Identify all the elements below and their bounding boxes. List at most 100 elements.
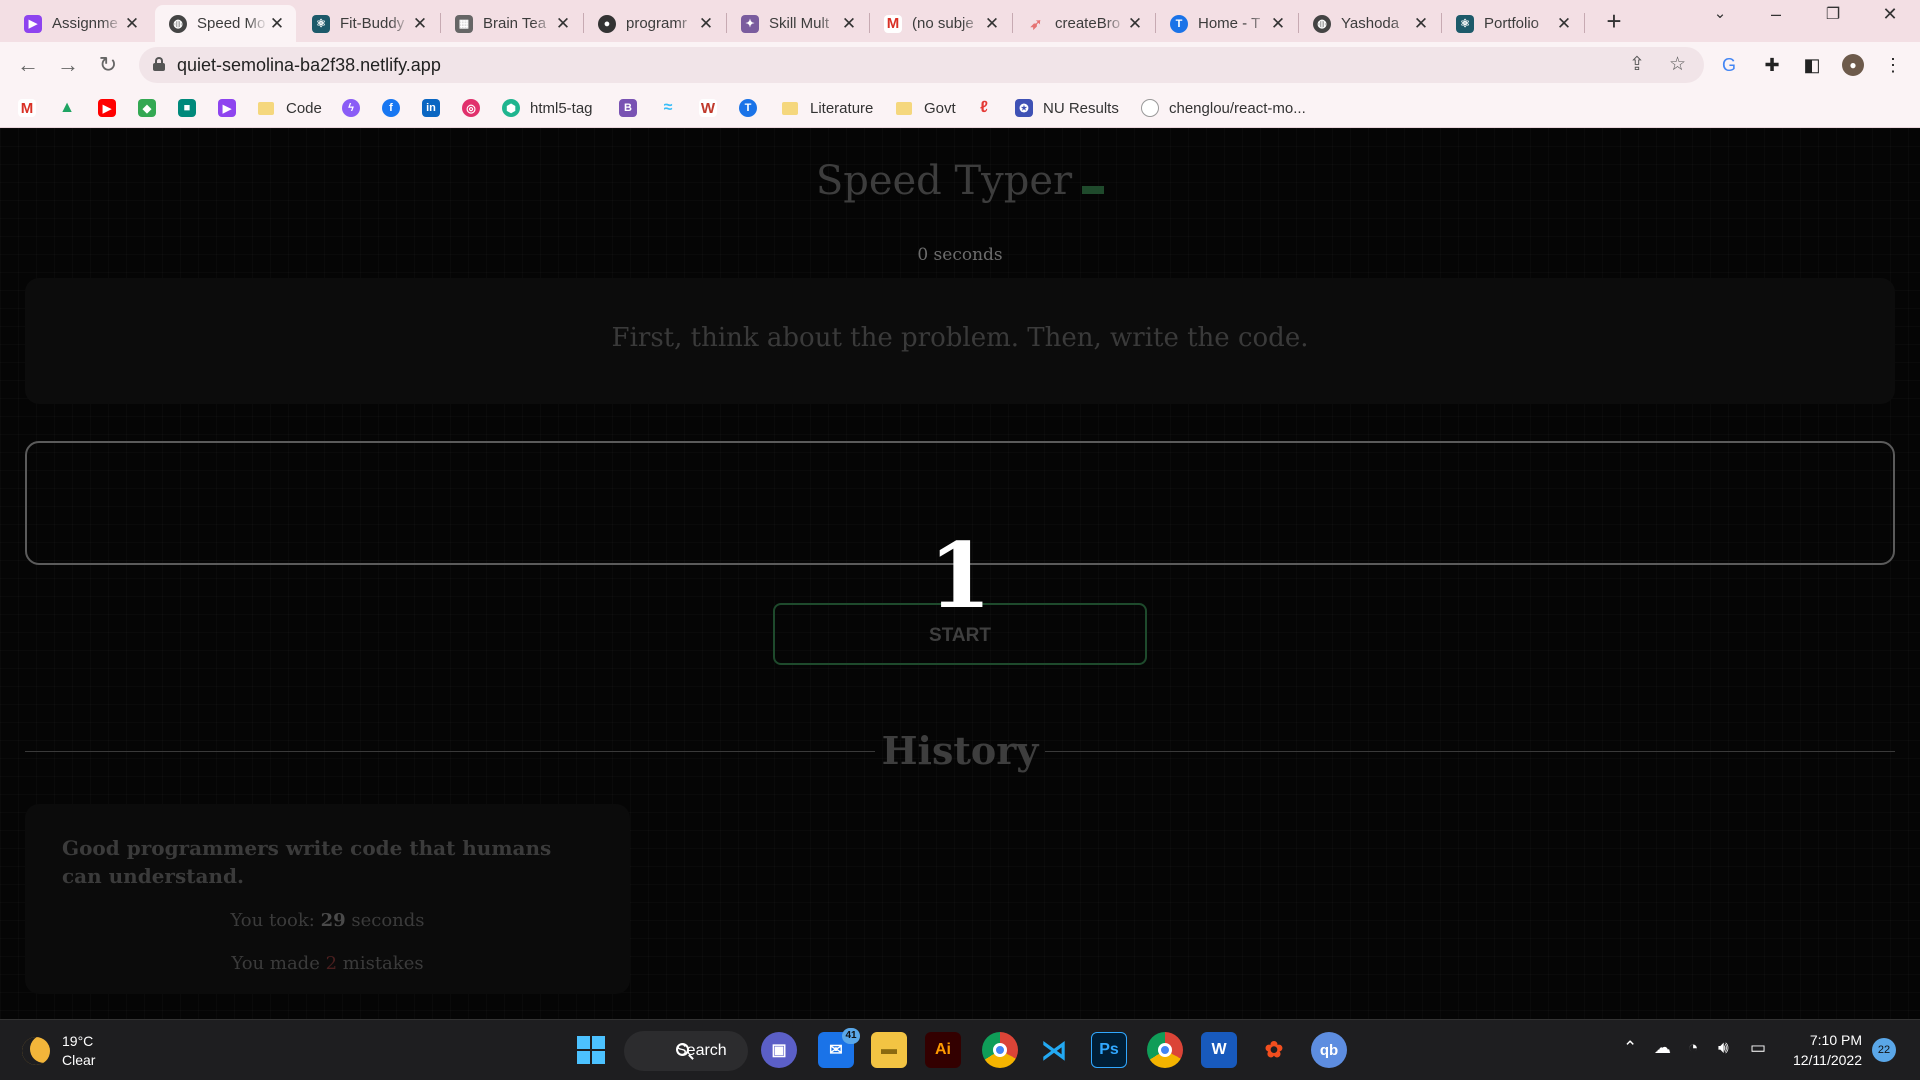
close-icon[interactable]: ✕ xyxy=(983,14,1001,34)
tab-gmail[interactable]: M (no subje ✕ xyxy=(870,5,1011,42)
weather-temp: 19°C xyxy=(62,1033,94,1049)
menu-icon[interactable]: ⋮ xyxy=(1882,54,1904,76)
volume-icon[interactable]: 🔊︎ xyxy=(1718,1038,1729,1058)
globe-icon: ◍ xyxy=(1313,14,1331,33)
weather-widget[interactable]: 19°C Clear xyxy=(22,1032,95,1070)
bookmark-messenger[interactable]: ϟ xyxy=(342,97,360,119)
back-icon[interactable]: ← xyxy=(12,50,44,82)
share-icon[interactable]: ⇪ xyxy=(1629,53,1645,76)
close-icon[interactable]: ✕ xyxy=(697,14,715,34)
close-icon[interactable]: ✕ xyxy=(123,14,141,34)
bookmark-assignment[interactable]: ▶ xyxy=(218,97,236,119)
forward-icon[interactable]: → xyxy=(52,50,84,82)
speed-typer-page: Speed Typer 0 seconds First, think about… xyxy=(0,128,1920,1019)
tab-home[interactable]: T Home - T ✕ xyxy=(1156,5,1297,42)
profile-avatar[interactable]: ● xyxy=(1842,54,1864,76)
close-icon[interactable]: ✕ xyxy=(1269,14,1287,34)
tab-yashoda[interactable]: ◍ Yashoda ✕ xyxy=(1299,5,1440,42)
tab-brain-teaser[interactable]: ▦ Brain Tea ✕ xyxy=(441,5,582,42)
bookmark-w[interactable]: W xyxy=(699,97,717,119)
close-icon[interactable]: ✕ xyxy=(411,14,429,34)
bookmark-drive[interactable]: ▲ xyxy=(58,97,76,119)
tab-label: Home - T xyxy=(1198,15,1261,32)
tab-programming[interactable]: ● programr ✕ xyxy=(584,5,725,42)
bookmark-t[interactable]: T xyxy=(739,97,757,119)
new-tab-button[interactable]: + xyxy=(1600,6,1628,37)
word-icon[interactable]: W xyxy=(1201,1032,1237,1068)
taskbar-search[interactable]: Search xyxy=(624,1031,748,1071)
bookmark-folder-code[interactable]: Code xyxy=(258,97,322,119)
wifi-icon[interactable]: ◔ xyxy=(1688,1038,1698,1058)
bookmark-folder-literature[interactable]: Literature xyxy=(782,97,873,119)
vscode-icon[interactable]: ⋊ xyxy=(1036,1032,1072,1068)
tab-search-icon[interactable]: ⌄ xyxy=(1700,4,1740,22)
mail-icon[interactable]: ✉ 41 xyxy=(818,1028,860,1068)
bookmark-youtube[interactable]: ▶ xyxy=(98,97,116,119)
battery-icon[interactable]: ▭ xyxy=(1750,1038,1766,1058)
bookmark-bootstrap[interactable]: B xyxy=(619,97,637,119)
address-bar[interactable]: quiet-semolina-ba2f38.netlify.app ⇪ ☆ xyxy=(139,47,1704,83)
notification-badge[interactable]: 22 xyxy=(1872,1038,1896,1062)
tab-speed-typer[interactable]: ◍ Speed Mo ✕ xyxy=(155,5,296,42)
bookmark-maps[interactable]: ◆ xyxy=(138,97,156,119)
bookmark-linkedin[interactable]: in xyxy=(422,97,440,119)
restore-icon[interactable]: ❐ xyxy=(1813,4,1853,24)
bookmark-acrobat[interactable]: ℓ xyxy=(975,97,993,119)
onedrive-icon[interactable]: ☁ xyxy=(1654,1038,1671,1058)
photoshop-icon[interactable]: Ps xyxy=(1091,1032,1127,1068)
lock-icon[interactable] xyxy=(153,57,165,71)
bookmark-meet[interactable]: ■ xyxy=(178,97,196,119)
tab-assignment[interactable]: ▶ Assignme ✕ xyxy=(10,5,151,42)
create-icon: ➶ xyxy=(1029,15,1043,33)
close-icon[interactable]: ✕ xyxy=(1126,14,1144,34)
bookmark-chenglou[interactable]: chenglou/react-mo... xyxy=(1141,97,1306,119)
tab-strip: ▶ Assignme ✕ ◍ Speed Mo ✕ ⚛ Fit-Buddy ✕ … xyxy=(0,0,1920,42)
bookmark-nu-results[interactable]: ✪ NU Results xyxy=(1015,97,1119,119)
close-icon[interactable]: ✕ xyxy=(1555,14,1573,34)
system-clock[interactable]: 7:10 PM 12/11/2022 xyxy=(1790,1030,1862,1070)
chrome-icon[interactable] xyxy=(982,1032,1018,1068)
github-icon xyxy=(1141,99,1159,117)
bookmark-instagram[interactable]: ◎ xyxy=(462,97,480,119)
chrome-profile-icon[interactable] xyxy=(1147,1032,1183,1068)
url-text[interactable]: quiet-semolina-ba2f38.netlify.app xyxy=(177,55,441,76)
tab-create-browser[interactable]: ➶ createBro ✕ xyxy=(1013,5,1154,42)
bookmark-folder-govt[interactable]: Govt xyxy=(896,97,956,119)
history-mistakes: You made 2 mistakes xyxy=(231,953,424,974)
weather-desc: Clear xyxy=(62,1052,96,1068)
tab-portfolio[interactable]: ⚛ Portfolio ✕ xyxy=(1442,5,1583,42)
tab-fit-buddy[interactable]: ⚛ Fit-Buddy ✕ xyxy=(298,5,439,42)
show-hidden-icons[interactable]: ⌃ xyxy=(1623,1038,1637,1058)
bookmark-star-icon[interactable]: ☆ xyxy=(1669,53,1686,76)
google-translate-icon[interactable]: G xyxy=(1718,54,1740,76)
file-explorer-icon[interactable]: ▬ xyxy=(871,1032,907,1068)
close-icon[interactable]: ✕ xyxy=(268,14,286,34)
assignment-icon: ▶ xyxy=(218,99,236,117)
github-icon: ● xyxy=(598,14,616,33)
react-icon: ⚛ xyxy=(1456,14,1474,33)
extensions-icon[interactable]: ✚ xyxy=(1761,54,1783,76)
side-panel-icon[interactable]: ◧ xyxy=(1801,54,1823,76)
close-icon[interactable]: ✕ xyxy=(554,14,572,34)
start-icon[interactable] xyxy=(573,1032,609,1068)
minimize-icon[interactable]: – xyxy=(1756,4,1796,25)
instagram-icon: ◎ xyxy=(462,99,480,117)
taskbar: 19°C Clear Search ▣ ✉ 41 ▬ Ai ⋊ Ps W ✿ qb… xyxy=(0,1019,1920,1080)
teams-icon[interactable]: ▣ xyxy=(761,1032,797,1068)
figma-icon[interactable]: ✿ xyxy=(1256,1032,1292,1068)
illustrator-icon[interactable]: Ai xyxy=(925,1032,961,1068)
reload-icon[interactable]: ↻ xyxy=(92,50,124,82)
close-window-icon[interactable]: ✕ xyxy=(1870,4,1910,25)
bookmark-label: Code xyxy=(286,99,322,117)
bookmark-gmail[interactable]: M xyxy=(18,97,36,119)
mistakes-value: 2 xyxy=(325,953,338,974)
tab-label: Portfolio xyxy=(1484,15,1540,32)
bookmark-facebook[interactable]: f xyxy=(382,97,400,119)
qbittorrent-icon[interactable]: qb xyxy=(1311,1032,1347,1068)
close-icon[interactable]: ✕ xyxy=(840,14,858,34)
tab-skill-multiply[interactable]: ✦ Skill Mult ✕ xyxy=(727,5,868,42)
close-icon[interactable]: ✕ xyxy=(1412,14,1430,34)
bookmark-tailwind[interactable]: ≈ xyxy=(659,97,677,119)
time-value: 29 xyxy=(320,910,346,931)
bookmark-html5-tag[interactable]: ⬢ html5-tag xyxy=(502,97,593,119)
